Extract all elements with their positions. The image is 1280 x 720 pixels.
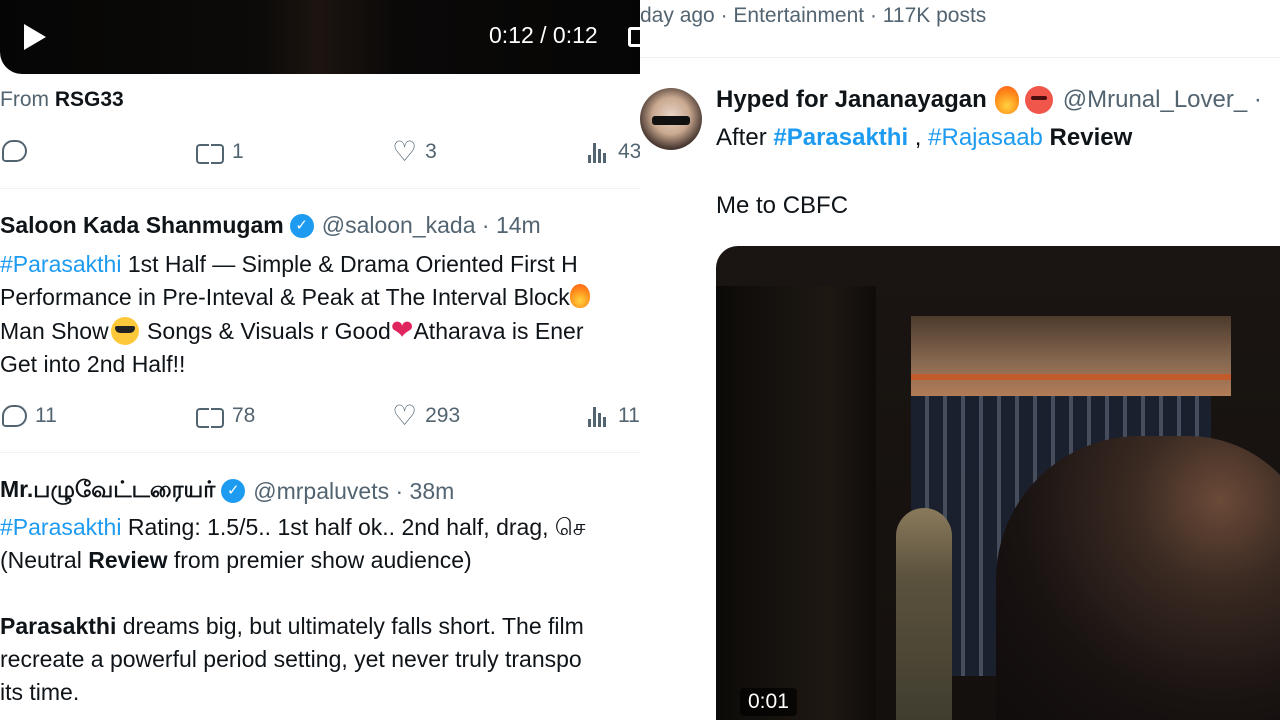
trend-meta: day ago · Entertainment · 117K posts — [640, 4, 987, 27]
like-button[interactable]: ♡ 3 — [392, 136, 437, 167]
tweet-actions: 11 78 ♡ 293 11 — [0, 400, 640, 434]
video-player[interactable]: 0:01 — [716, 246, 1280, 720]
author-name[interactable]: Hyped for Jananayagan — [716, 86, 987, 114]
reply-icon — [2, 140, 27, 162]
tweet-line: Performance in Pre-Inteval & Peak at The… — [0, 281, 640, 314]
tweet-text: After #Parasakthi , #Rajasaab Review — [716, 124, 1132, 152]
hashtag-link[interactable]: #Parasakthi — [0, 251, 121, 277]
from-label: From — [0, 88, 49, 111]
bold-keyword: Review — [1042, 124, 1133, 151]
views-count: 43 — [618, 140, 640, 163]
retweet-count: 1 — [232, 140, 244, 163]
tweet-text-line: , — [908, 124, 929, 151]
fire-emoji-icon — [569, 284, 590, 308]
tweet-text-line: its time. — [0, 679, 80, 705]
verified-badge-icon: ✓ — [289, 213, 314, 238]
tweet-line: Man Show Songs & Visuals r Good❤Atharava… — [0, 314, 640, 348]
fire-emoji-icon — [994, 86, 1019, 114]
reply-button[interactable]: 11 — [2, 404, 57, 428]
like-count: 3 — [425, 140, 437, 163]
author-handle[interactable]: @saloon_kada · 14m — [322, 212, 541, 239]
tweet-text-line: Me to CBFC — [716, 192, 849, 219]
author-name[interactable]: Saloon Kada Shanmugam — [0, 212, 284, 239]
left-feed-panel: 0:12 / 0:12 From RSG33 1 ♡ 3 43 Saloon K… — [0, 0, 640, 720]
tweet-text-line: After — [716, 124, 774, 151]
tweet-header: Mr.பழுவேட்டரையர் ✓ @mrpaluvets · 38m — [0, 476, 454, 506]
tweet-text-line: Performance in Pre-Inteval & Peak at The… — [0, 284, 570, 310]
tweet-line: its time. — [0, 676, 640, 709]
author-handle[interactable]: @mrpaluvets · 38m — [253, 478, 454, 505]
video-frame-figure — [996, 436, 1280, 720]
like-count: 293 — [425, 404, 461, 427]
tweet-line: Parasakthi dreams big, but ultimately fa… — [0, 610, 640, 643]
tweet-text-line: recreate a powerful period setting, yet … — [0, 646, 582, 672]
tweet-actions: 1 ♡ 3 43 — [0, 136, 640, 170]
tweet-text-line: dreams big, but ultimately falls short. … — [116, 613, 584, 639]
tweet-text-line: 1st Half — Simple & Drama Oriented First… — [121, 251, 578, 277]
like-button[interactable]: ♡ 293 — [392, 400, 461, 431]
tweet-text-line: Songs & Visuals r Good — [140, 318, 391, 344]
video-frame-door — [716, 286, 876, 720]
hot-face-emoji-icon — [1024, 86, 1053, 114]
play-icon[interactable] — [24, 24, 46, 50]
divider — [640, 57, 1280, 58]
retweet-count: 78 — [232, 404, 256, 427]
author-name[interactable]: Mr.பழுவேட்டரையர் — [0, 476, 215, 506]
sunglasses-emoji-icon — [110, 317, 139, 345]
video-time: 0:12 / 0:12 — [489, 22, 598, 48]
tweet-text-line: Atharava is Ener — [413, 318, 584, 344]
divider — [0, 452, 640, 453]
tweet-line: Get into 2nd Half!! — [0, 348, 640, 381]
tweet-header: Saloon Kada Shanmugam ✓ @saloon_kada · 1… — [0, 212, 541, 239]
bold-keyword: Review — [88, 547, 168, 573]
video-frame-window — [911, 316, 1231, 396]
heart-icon: ♡ — [392, 136, 418, 167]
right-feed-panel: day ago · Entertainment · 117K posts Hyp… — [640, 0, 1280, 720]
tweet-header: Hyped for Jananayagan @Mrunal_Lover_ · — [716, 86, 1262, 114]
heart-icon: ♡ — [392, 400, 418, 431]
video-frame-figure — [896, 508, 952, 720]
retweet-icon — [196, 406, 224, 428]
reply-button[interactable] — [2, 140, 27, 162]
hashtag-link[interactable]: #Parasakthi — [0, 514, 121, 540]
tweet-text-line: Rating: 1.5/5.. 1st half ok.. 2nd half, … — [121, 514, 586, 540]
tweet-text-line: Man Show — [0, 318, 109, 344]
source-link[interactable]: RSG33 — [55, 88, 124, 111]
retweet-button[interactable]: 78 — [196, 404, 255, 428]
video-frame-stripe — [911, 374, 1231, 380]
retweet-icon — [196, 142, 224, 164]
divider — [0, 188, 640, 189]
retweet-button[interactable]: 1 — [196, 140, 244, 164]
bold-keyword: Parasakthi — [0, 613, 117, 639]
video-player[interactable]: 0:12 / 0:12 — [0, 0, 640, 74]
author-handle[interactable]: @Mrunal_Lover_ · — [1063, 86, 1262, 114]
tweet-text-line: (Neutral — [0, 547, 89, 573]
hashtag-link[interactable]: #Rajasaab — [928, 124, 1043, 151]
views-count: 11 — [618, 404, 640, 427]
video-source: From RSG33 — [0, 88, 124, 112]
tweet-line: (Neutral Review from premier show audien… — [0, 544, 640, 577]
tweet-text-line: from premier show audience) — [167, 547, 472, 573]
tweet-text: #Parasakthi 1st Half — Simple & Drama Or… — [0, 248, 640, 381]
tweet-text-line: Get into 2nd Half!! — [0, 351, 186, 377]
red-heart-emoji-icon: ❤ — [390, 315, 414, 345]
tweet-line: #Parasakthi Rating: 1.5/5.. 1st half ok.… — [0, 511, 640, 544]
tweet-line: #Parasakthi 1st Half — Simple & Drama Or… — [0, 248, 640, 281]
video-time: 0:01 — [740, 688, 797, 716]
volume-icon[interactable] — [628, 27, 640, 47]
views-button[interactable]: 43 — [588, 140, 640, 164]
verified-badge-icon: ✓ — [221, 479, 246, 503]
tweet-text: #Parasakthi Rating: 1.5/5.. 1st half ok.… — [0, 511, 640, 709]
reply-icon — [2, 405, 27, 427]
views-icon — [588, 141, 610, 163]
reply-count: 11 — [35, 404, 57, 427]
views-button[interactable]: 11 — [588, 404, 640, 428]
avatar[interactable] — [640, 88, 702, 150]
tweet-line: recreate a powerful period setting, yet … — [0, 643, 640, 676]
hashtag-link[interactable]: #Parasakthi — [773, 124, 908, 151]
views-icon — [588, 405, 610, 427]
